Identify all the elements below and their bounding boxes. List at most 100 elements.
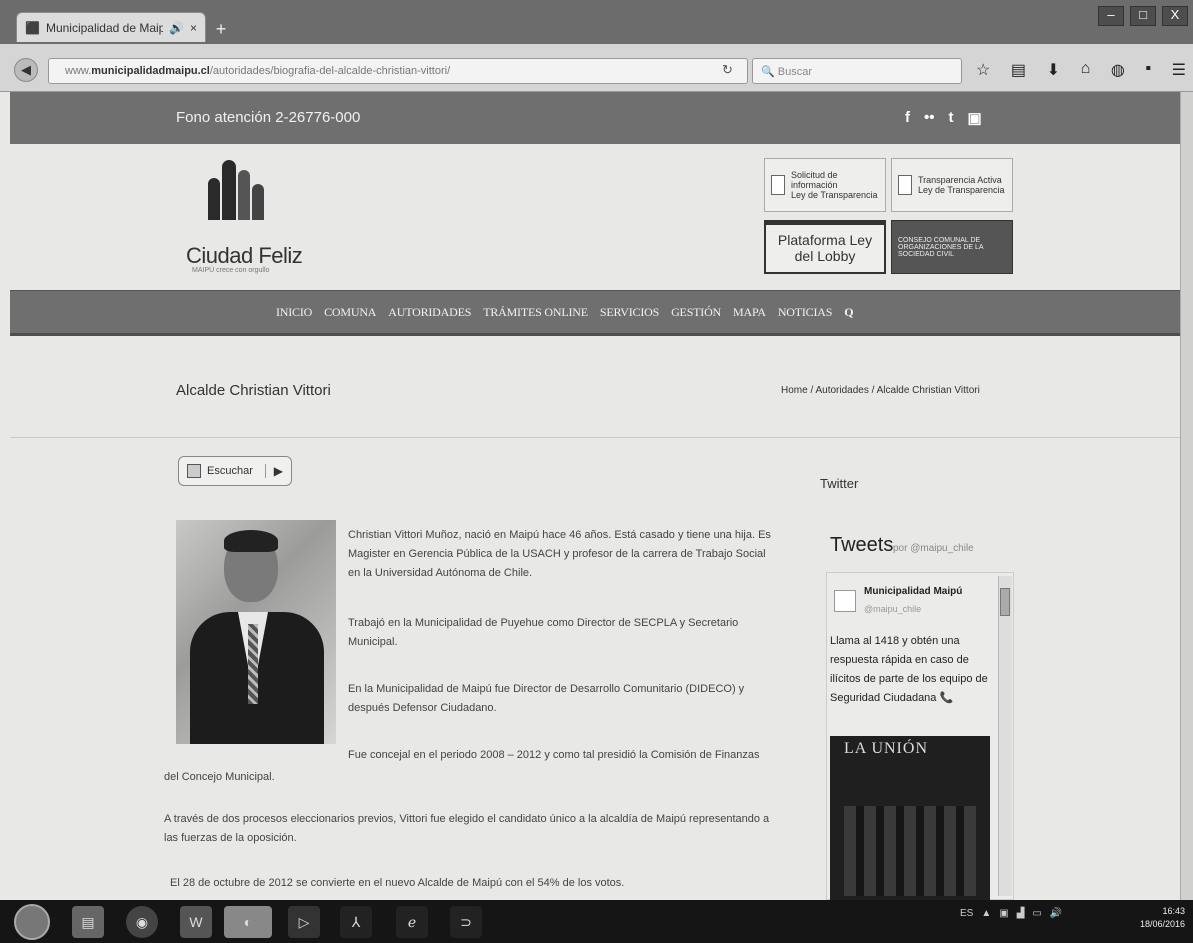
close-window-button[interactable]: X (1162, 6, 1188, 26)
tweet-feed-scrollbar[interactable] (998, 576, 1012, 896)
consejo-button-label: CONSEJO COMUNAL DE ORGANIZACIONES DE LA … (898, 236, 984, 258)
listen-button[interactable]: Escuchar ▶ (178, 456, 292, 486)
tweet-media-title: LA UNIÓN (844, 740, 928, 757)
pocket-icon[interactable]: ◍ (1111, 60, 1125, 82)
logo-tagline: MAIPÚ crece con orgullo (192, 267, 270, 274)
chrome-icon[interactable]: ◉ (126, 906, 158, 938)
internet-explorer-icon[interactable]: ℯ (396, 906, 428, 938)
reload-icon[interactable]: ↻ (722, 62, 740, 80)
youtube-icon[interactable]: ▣ (968, 109, 982, 127)
menu-item-servicios[interactable]: SERVICIOS (600, 305, 659, 320)
bio-paragraph-5: A través de dos procesos eleccionarios p… (164, 813, 770, 844)
search-placeholder: Buscar (777, 66, 813, 78)
tweet-feed-scroll-thumb[interactable] (1000, 588, 1010, 616)
lobby-button-label: Plataforma Ley del Lobby (777, 232, 873, 264)
twitter-icon[interactable]: t (949, 109, 954, 127)
bio-paragraph-2: Trabajó en la Municipalidad de Puyehue c… (348, 617, 739, 648)
menu-item-noticias[interactable]: NOTICIAS (778, 305, 833, 320)
clock-date: 18/06/2016 (1140, 919, 1186, 929)
play-icon[interactable]: ▶ (264, 464, 283, 478)
account-avatar[interactable] (834, 590, 856, 612)
active-transparency-button[interactable]: Transparencia Activa Ley de Transparenci… (891, 158, 1013, 212)
main-menu: INICIO COMUNA AUTORIDADES TRÁMITES ONLIN… (276, 305, 854, 320)
menu-item-comuna[interactable]: COMUNA (324, 305, 376, 320)
network-icon[interactable]: ▟ (1017, 908, 1025, 919)
menu-item-mapa[interactable]: MAPA (733, 305, 766, 320)
system-clock[interactable]: 16:43 18/06/2016 (1140, 905, 1185, 931)
word-icon[interactable]: W (180, 906, 212, 938)
site-favicon-icon: ⬛ (25, 20, 40, 35)
title-divider (10, 437, 1180, 438)
logo-bars-icon (208, 160, 268, 220)
start-button[interactable] (14, 904, 50, 940)
hamburger-menu-icon[interactable]: ☰ (1172, 60, 1186, 82)
tab-title: Municipalidad de Maip... (45, 20, 164, 35)
app-icon[interactable]: ⊃ (450, 906, 482, 938)
extension-icon[interactable]: ▪ (1145, 60, 1151, 82)
transp-button-line1: Transparencia Activa (918, 175, 1002, 185)
home-icon[interactable]: ⌂ (1081, 60, 1091, 82)
show-hidden-icons-icon[interactable]: ▲ (981, 908, 991, 919)
twitter-heading: Twitter (820, 476, 859, 491)
lobby-platform-button[interactable]: Plataforma Ley del Lobby (764, 220, 886, 274)
tweet-account-handle[interactable]: @maipu_chile (864, 604, 921, 614)
tweets-by[interactable]: por @maipu_chile (893, 543, 974, 554)
volume-icon[interactable]: 🔊 (1050, 908, 1062, 919)
minimize-button[interactable]: – (1098, 6, 1124, 26)
windows-taskbar (0, 900, 1193, 943)
speaker-icon[interactable]: 🔊 (169, 21, 184, 35)
info-request-button[interactable]: Solicitud de información Ley de Transpar… (764, 158, 886, 212)
phone-text: Fono atención 2-26776-000 (176, 109, 361, 126)
acrobat-icon[interactable]: ⅄ (340, 906, 372, 938)
bio-paragraph-1: Christian Vittori Muñoz, nació en Maipú … (348, 529, 771, 579)
file-explorer-icon[interactable]: ▤ (72, 906, 104, 938)
listen-label: Escuchar (207, 465, 253, 477)
bookmarks-list-icon[interactable]: ▤ (1011, 60, 1026, 82)
tweet-account-name[interactable]: Municipalidad Maipú (864, 586, 962, 597)
power-icon[interactable]: ▭ (1032, 908, 1041, 919)
action-center-icon[interactable]: ▣ (999, 908, 1008, 919)
page-scrollbar[interactable] (1180, 92, 1193, 900)
transp-button-line2: Ley de Transparencia (918, 185, 1005, 195)
bio-paragraph-6: El 28 de octubre de 2012 se convierte en… (170, 877, 625, 889)
browser-tab[interactable]: ⬛ Municipalidad de Maip... 🔊 × (16, 12, 206, 42)
facebook-icon[interactable]: f (905, 109, 910, 127)
browser-search-input[interactable]: 🔍 Buscar (752, 58, 962, 84)
new-tab-button[interactable]: + (208, 18, 234, 40)
menu-item-inicio[interactable]: INICIO (276, 305, 312, 320)
system-tray: ES ▲ ▣ ▟ ▭ 🔊 (960, 908, 1062, 919)
page-title: Alcalde Christian Vittori (176, 382, 331, 399)
flickr-icon[interactable]: •• (924, 109, 935, 127)
menu-search-icon[interactable]: Q (844, 305, 853, 320)
consejo-banner-button[interactable]: CONSEJO COMUNAL DE ORGANIZACIONES DE LA … (891, 220, 1013, 274)
url-domain: municipalidadmaipu.cl (91, 65, 210, 77)
address-bar[interactable]: www.municipalidadmaipu.cl/autoridades/bi… (48, 58, 748, 84)
bio-paragraph-3: En la Municipalidad de Maipú fue Directo… (348, 683, 745, 714)
tweet-media-image[interactable] (830, 736, 990, 900)
document-icon (771, 175, 785, 195)
download-icon[interactable]: ⬇ (1047, 60, 1060, 82)
language-indicator[interactable]: ES (960, 908, 973, 919)
tab-close-icon[interactable]: × (190, 21, 197, 35)
maximize-button[interactable]: □ (1130, 6, 1156, 26)
social-links: f •• t ▣ (905, 109, 982, 127)
info-button-line2: Ley de Transparencia (791, 190, 878, 200)
tweets-title[interactable]: Tweets (830, 534, 893, 557)
menu-item-autoridades[interactable]: AUTORIDADES (388, 305, 471, 320)
search-icon: 🔍 (761, 66, 775, 78)
url-prefix: www. (65, 65, 92, 77)
media-player-icon[interactable]: ▷ (288, 906, 320, 938)
window-controls: – □ X (1098, 6, 1188, 26)
document-icon (898, 175, 912, 195)
bookmark-star-icon[interactable]: ☆ (976, 60, 990, 82)
menu-item-gestion[interactable]: GESTIÓN (671, 305, 721, 320)
speaker-icon (187, 464, 201, 478)
menu-item-tramites[interactable]: TRÁMITES ONLINE (483, 305, 588, 320)
browser-toolbar-icons: ☆ ▤ ⬇ ⌂ ◍ ▪ ☰ (976, 60, 1186, 82)
breadcrumb[interactable]: Home / Autoridades / Alcalde Christian V… (781, 385, 980, 396)
firefox-icon[interactable]: ◐ (224, 906, 272, 938)
clock-time: 16:43 (1162, 906, 1186, 916)
tweet-text: Llama al 1418 y obtén una respuesta rápi… (830, 635, 988, 704)
logo-name: Ciudad Feliz (186, 243, 303, 268)
back-button[interactable]: ◀ (14, 58, 38, 82)
